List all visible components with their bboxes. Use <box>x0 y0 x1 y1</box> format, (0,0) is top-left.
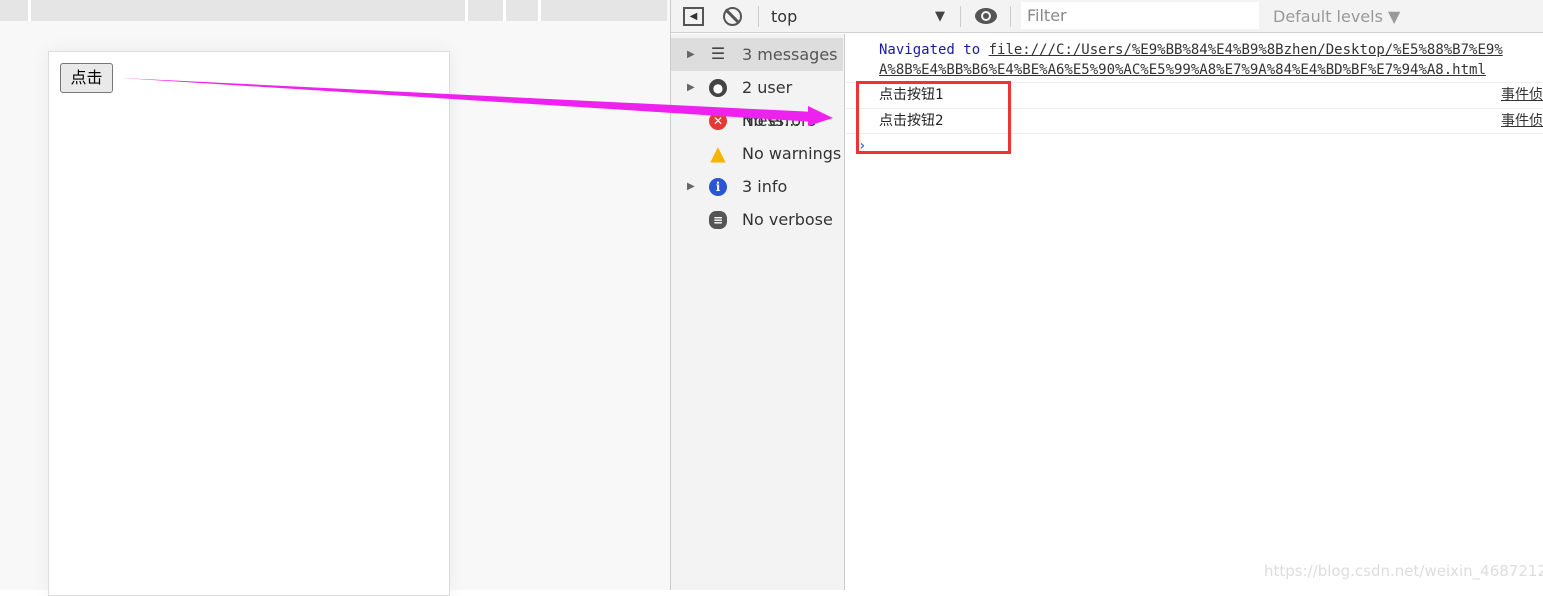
arrow-head <box>808 106 833 126</box>
annotation-arrow <box>122 78 833 126</box>
arrow-shaft <box>122 78 815 122</box>
watermark: https://blog.csdn.net/weixin_46872121 <box>1264 562 1543 580</box>
